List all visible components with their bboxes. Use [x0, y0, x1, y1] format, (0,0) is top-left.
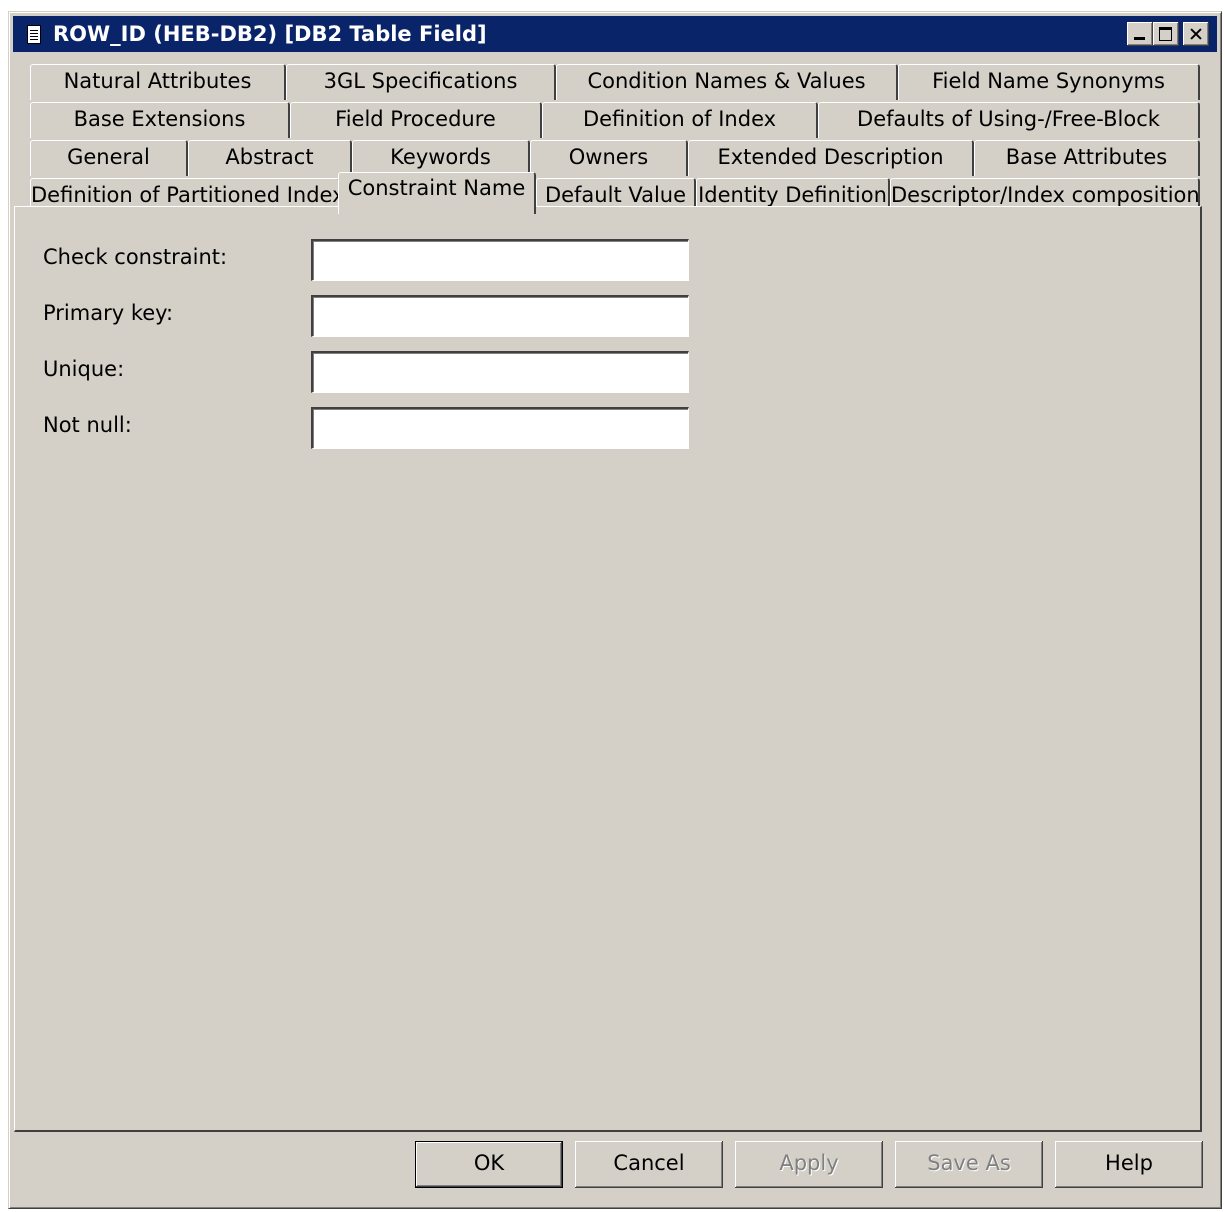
not-null-input[interactable] — [311, 407, 689, 449]
tab-natural-attributes[interactable]: Natural Attributes — [30, 64, 286, 100]
tab-defaults-using-free-block[interactable]: Defaults of Using-/Free-Block — [818, 102, 1200, 138]
unique-input[interactable] — [311, 351, 689, 393]
tab-keywords[interactable]: Keywords — [352, 140, 530, 176]
document-icon — [27, 25, 41, 44]
save-as-button[interactable]: Save As — [895, 1141, 1043, 1188]
primary-key-label: Primary key: — [43, 301, 174, 325]
not-null-label: Not null: — [43, 413, 132, 437]
tab-definition-of-index[interactable]: Definition of Index — [542, 102, 818, 138]
tab-condition-names-values[interactable]: Condition Names & Values — [556, 64, 898, 100]
tab-field-procedure[interactable]: Field Procedure — [290, 102, 542, 138]
tab-owners[interactable]: Owners — [530, 140, 688, 176]
apply-button[interactable]: Apply — [735, 1141, 883, 1188]
minimize-button[interactable] — [1127, 22, 1153, 46]
tab-base-attributes[interactable]: Base Attributes — [974, 140, 1200, 176]
close-button[interactable] — [1183, 22, 1209, 46]
tab-3gl-specifications[interactable]: 3GL Specifications — [286, 64, 556, 100]
tab-base-extensions[interactable]: Base Extensions — [30, 102, 290, 138]
tab-field-name-synonyms[interactable]: Field Name Synonyms — [898, 64, 1200, 100]
window-title: ROW_ID (HEB-DB2) [DB2 Table Field] — [53, 22, 487, 46]
check-constraint-input[interactable] — [311, 239, 689, 281]
ok-button[interactable]: OK — [415, 1141, 563, 1188]
tab-general[interactable]: General — [30, 140, 188, 176]
tab-extended-description[interactable]: Extended Description — [688, 140, 974, 176]
cancel-button[interactable]: Cancel — [575, 1141, 723, 1188]
primary-key-input[interactable] — [311, 295, 689, 337]
help-button[interactable]: Help — [1055, 1141, 1203, 1188]
tab-constraint-name[interactable]: Constraint Name — [338, 172, 536, 214]
maximize-button[interactable] — [1153, 22, 1179, 46]
title-bar[interactable]: ROW_ID (HEB-DB2) [DB2 Table Field] — [13, 16, 1217, 52]
check-constraint-label: Check constraint: — [43, 245, 228, 269]
unique-label: Unique: — [43, 357, 125, 381]
tab-abstract[interactable]: Abstract — [188, 140, 352, 176]
tab-panel-constraint-name: Check constraint: Primary key: Unique: N… — [14, 206, 1202, 1132]
